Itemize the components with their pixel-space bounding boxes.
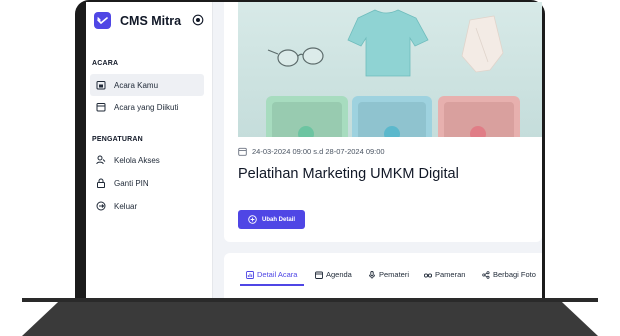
event-date-range: 24-03-2024 09:00 s.d 28-07-2024 09:00 — [238, 147, 385, 156]
share-icon — [482, 270, 490, 279]
tab-agenda[interactable]: Agenda — [315, 270, 352, 279]
laptop-base — [22, 298, 598, 336]
tab-label: Pemateri — [379, 270, 410, 279]
plus-circle-icon — [248, 215, 257, 224]
main-content: 24-03-2024 09:00 s.d 28-07-2024 09:00 Pe… — [224, 2, 542, 298]
collapse-sidebar-icon[interactable] — [192, 13, 204, 26]
tab-pameran[interactable]: Pameran — [424, 270, 465, 279]
users-icon — [96, 155, 106, 165]
calendar-icon — [238, 147, 247, 156]
event-banner-image — [238, 2, 542, 137]
sidebar-item-ganti-pin[interactable]: Ganti PIN — [90, 172, 204, 194]
sidebar-item-acara-kamu[interactable]: Acara Kamu — [90, 74, 204, 96]
sidebar-item-label: Ganti PIN — [114, 178, 149, 188]
edit-detail-button[interactable]: Ubah Detail — [238, 210, 305, 229]
event-date-text: 24-03-2024 09:00 s.d 28-07-2024 09:00 — [252, 147, 385, 156]
lock-icon — [96, 178, 106, 188]
sidebar-item-label: Acara Kamu — [114, 80, 159, 90]
event-tabs: Detail Acara Agenda Pemateri Pameran Ber… — [224, 253, 542, 298]
active-tab-indicator — [240, 284, 304, 286]
sidebar-item-label: Kelola Akses — [114, 155, 160, 165]
tab-detail-acara[interactable]: Detail Acara — [246, 270, 297, 279]
section-label-acara: ACARA — [92, 60, 119, 67]
tab-berbagi-foto[interactable]: Berbagi Foto — [482, 270, 536, 279]
glasses-icon — [424, 272, 432, 278]
tab-label: Detail Acara — [257, 270, 298, 279]
brand[interactable]: CMS Mitra — [94, 12, 181, 29]
chart-icon — [246, 270, 254, 279]
brand-logo-icon — [94, 12, 111, 29]
sidebar-item-label: Keluar — [114, 201, 138, 211]
tab-label: Agenda — [326, 270, 352, 279]
calendar-icon — [315, 271, 323, 279]
brand-name: CMS Mitra — [120, 13, 182, 28]
sidebar-item-label: Acara yang Diikuti — [114, 102, 179, 112]
sidebar-item-keluar[interactable]: Keluar — [90, 195, 204, 217]
edit-detail-label: Ubah Detail — [261, 216, 295, 223]
microphone-icon — [369, 270, 375, 279]
laptop-base-edge — [22, 298, 598, 302]
tab-pemateri[interactable]: Pemateri — [368, 270, 409, 279]
tab-label: Pameran — [435, 270, 466, 279]
sidebar-item-kelola-akses[interactable]: Kelola Akses — [90, 149, 204, 171]
sidebar: CMS Mitra ACARA Acara Kamu Acara yang Di… — [86, 2, 213, 298]
logout-icon — [96, 201, 106, 211]
section-label-pengaturan: PENGATURAN — [92, 136, 143, 143]
calendar-icon — [96, 102, 106, 112]
tab-label: Berbagi Foto — [493, 270, 536, 279]
calendar-check-icon — [96, 80, 106, 90]
event-detail-card: 24-03-2024 09:00 s.d 28-07-2024 09:00 Pe… — [224, 2, 542, 242]
app-screen: CMS Mitra ACARA Acara Kamu Acara yang Di… — [86, 2, 542, 298]
sidebar-item-acara-diikuti[interactable]: Acara yang Diikuti — [90, 96, 204, 118]
event-title: Pelatihan Marketing UMKM Digital — [238, 166, 459, 182]
